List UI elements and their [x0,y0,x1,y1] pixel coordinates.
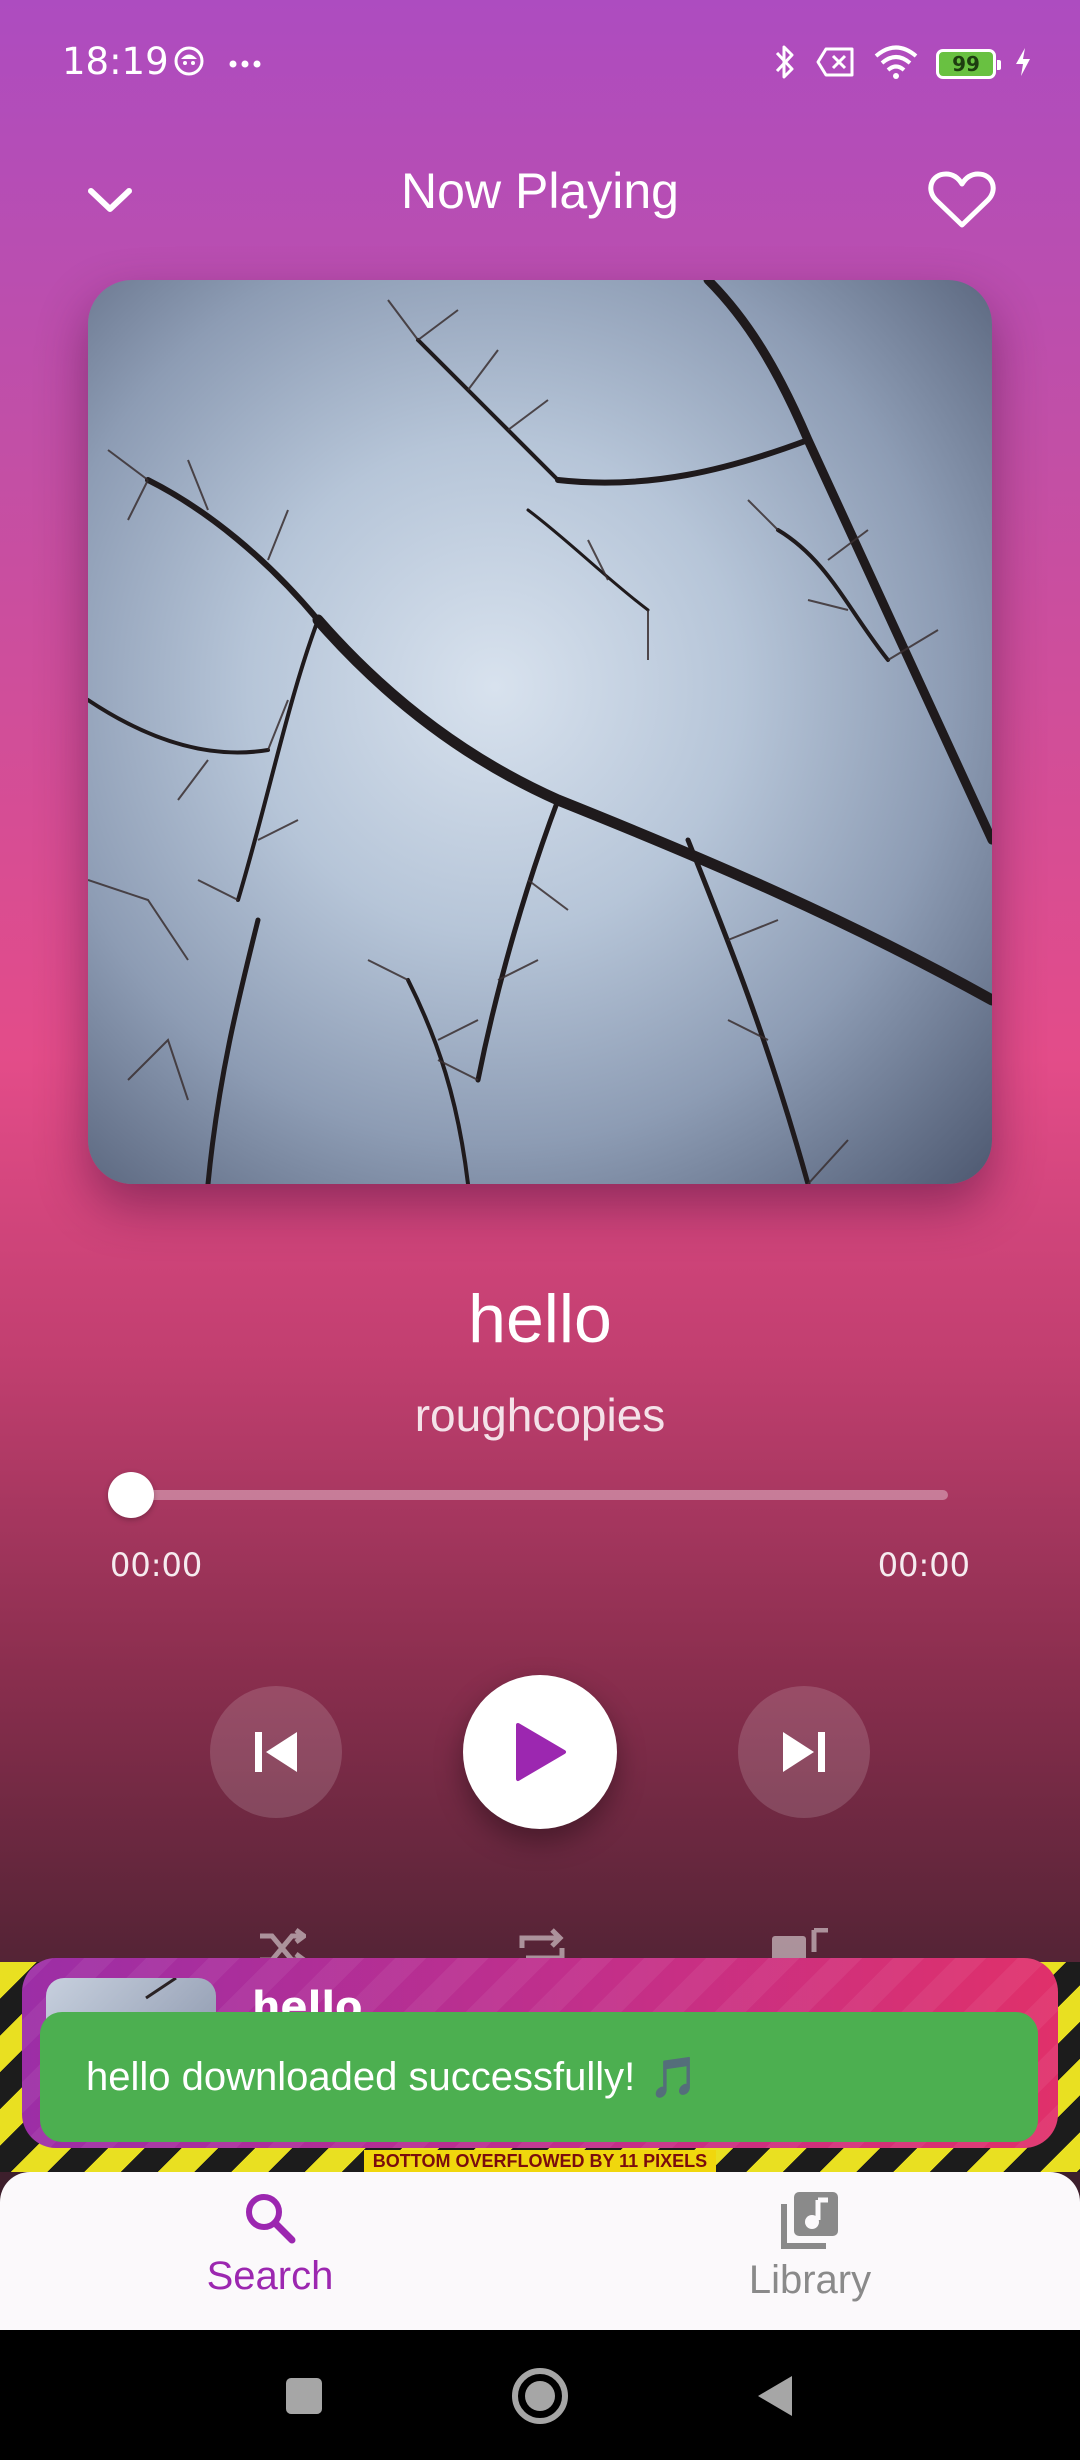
status-bar: 18:19 99 [0,0,1080,130]
album-art [88,280,992,1184]
home-button[interactable] [508,2364,572,2428]
battery-icon: 99 [936,49,1001,79]
skip-previous-icon [255,1732,297,1772]
track-artist: roughcopies [414,1389,666,1441]
page-title: Now Playing [401,163,679,219]
recents-button[interactable] [272,2364,336,2428]
face-notification-icon [172,44,206,82]
play-button[interactable] [463,1675,617,1829]
library-music-icon [781,2192,838,2249]
sim-blocked-icon [816,46,856,82]
track-title: hello [468,1281,612,1357]
tree-branches-image [88,280,992,1184]
recents-square-icon [286,2378,322,2414]
bottom-navigation: Search Library [0,2172,1080,2330]
status-time: 18:19 [62,40,169,83]
download-snackbar: hello downloaded successfully! 🎵 [40,2012,1038,2142]
more-dots-icon [228,54,262,73]
wifi-icon [874,45,918,83]
time-current: 00:00 [110,1546,203,1584]
nav-label-library: Library [748,2258,872,2302]
overflow-warning-label: BOTTOM OVERFLOWED BY 11 PIXELS [364,2150,716,2172]
heart-outline-icon [928,171,996,228]
progress-thumb[interactable] [108,1472,154,1518]
now-playing-screen: 18:19 99 Now Playing hello roughcopies 0… [0,0,1080,2460]
home-circle-icon [512,2368,568,2424]
nav-label-search: Search [206,2254,334,2298]
charging-icon [1014,47,1032,81]
nav-item-library[interactable]: Library [660,2190,960,2320]
favorite-button[interactable] [922,160,1002,240]
search-icon [246,2194,296,2244]
back-triangle-icon [758,2376,792,2416]
music-note-emoji: 🎵 [649,2054,700,2101]
bluetooth-icon [772,42,798,86]
skip-next-icon [783,1732,825,1772]
system-navigation-bar [0,2330,1080,2460]
snackbar-message: hello downloaded successfully! [86,2054,636,2099]
previous-button[interactable] [210,1686,342,1818]
play-icon [516,1723,566,1781]
time-total: 00:00 [877,1546,970,1584]
progress-track[interactable] [130,1490,948,1500]
nav-item-search[interactable]: Search [120,2190,420,2320]
back-button[interactable] [742,2364,806,2428]
status-left-icons [172,44,262,82]
status-right-icons: 99 [772,42,1032,86]
next-button[interactable] [738,1686,870,1818]
header: Now Playing [0,140,1080,250]
